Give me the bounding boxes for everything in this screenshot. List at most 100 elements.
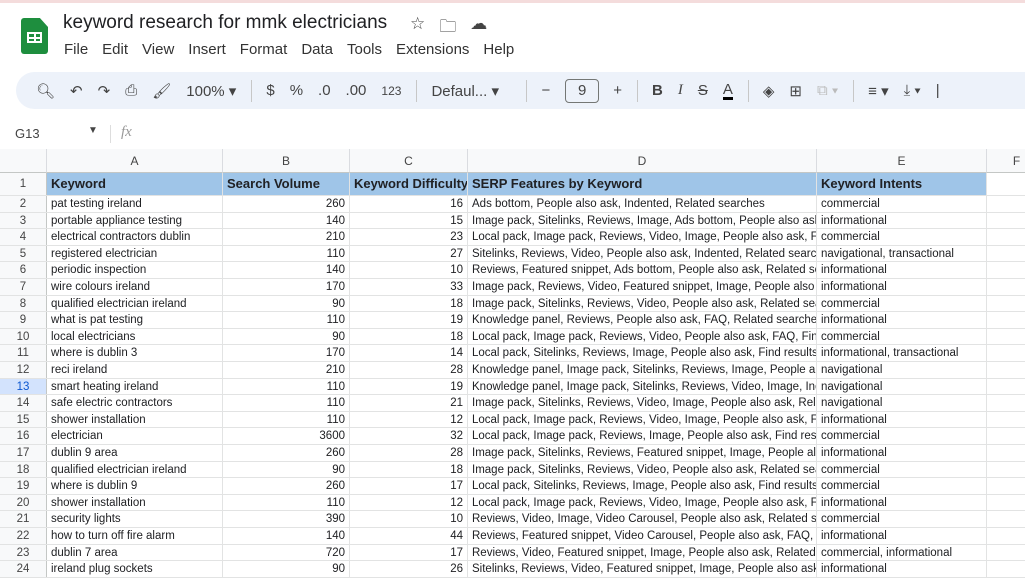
row-header[interactable]: 1 [0, 173, 47, 195]
cell[interactable]: navigational [817, 362, 987, 378]
header-cell[interactable]: Keyword [47, 173, 223, 195]
cell[interactable]: Local pack, Sitelinks, Reviews, Image, P… [468, 478, 817, 494]
cell[interactable]: 140 [223, 528, 350, 544]
column-header-f[interactable]: F [987, 149, 1025, 173]
borders-icon[interactable]: ⊞ [789, 82, 802, 100]
cell[interactable]: Ads bottom, People also ask, Indented, R… [468, 196, 817, 212]
cell[interactable]: 19 [350, 378, 468, 395]
row-header[interactable]: 24 [0, 561, 47, 577]
cell[interactable]: Local pack, Sitelinks, Reviews, Image, P… [468, 345, 817, 361]
header-cell[interactable]: SERP Features by Keyword [468, 173, 817, 195]
cell[interactable]: 390 [223, 511, 350, 527]
cell[interactable]: shower installation [47, 494, 223, 511]
cell[interactable]: Reviews, Video, Image, Video Carousel, P… [468, 511, 817, 527]
font-size-input[interactable]: 9 [565, 78, 600, 103]
cell[interactable] [987, 196, 1025, 212]
fill-color-icon[interactable]: ◈ [763, 82, 775, 100]
row-header[interactable]: 2 [0, 196, 47, 212]
cell[interactable]: commercial [817, 461, 987, 478]
cell[interactable]: electrical contractors dublin [47, 229, 223, 245]
cell[interactable]: informational, transactional [817, 345, 987, 361]
name-box[interactable]: G13 [15, 126, 40, 141]
row-header[interactable]: 22 [0, 528, 47, 544]
cell[interactable] [987, 379, 1025, 395]
cell[interactable] [987, 262, 1025, 278]
cell[interactable]: 720 [223, 544, 350, 561]
menu-format[interactable]: Format [240, 41, 288, 58]
cell[interactable]: periodic inspection [47, 262, 223, 278]
cell[interactable]: 110 [223, 312, 350, 328]
cell[interactable]: Local pack, Image pack, Reviews, Video, … [468, 229, 817, 245]
currency-button[interactable]: $ [266, 82, 274, 99]
cell[interactable]: 170 [223, 279, 350, 295]
row-header[interactable]: 9 [0, 312, 47, 328]
cell[interactable]: Image pack, Sitelinks, Reviews, Featured… [468, 445, 817, 461]
menu-file[interactable]: File [64, 41, 88, 58]
row-header[interactable]: 15 [0, 411, 47, 428]
text-wrap-icon[interactable]: | [936, 82, 940, 99]
cell[interactable]: 27 [350, 245, 468, 262]
cell[interactable]: 10 [350, 511, 468, 527]
cell[interactable] [987, 445, 1025, 461]
italic-button[interactable]: I [678, 82, 683, 99]
cell[interactable]: commercial [817, 229, 987, 245]
row-header[interactable]: 6 [0, 262, 47, 278]
undo-icon[interactable]: ↶ [70, 82, 83, 100]
cell[interactable]: 15 [350, 212, 468, 229]
row-header[interactable]: 11 [0, 345, 47, 361]
cell[interactable]: dublin 9 area [47, 445, 223, 461]
cell[interactable]: 260 [223, 478, 350, 494]
header-cell[interactable]: Keyword Intents [817, 173, 987, 195]
cell[interactable]: Knowledge panel, Reviews, People also as… [468, 312, 817, 328]
cell[interactable]: Local pack, Image pack, Reviews, Image, … [468, 428, 817, 444]
cell[interactable]: informational [817, 279, 987, 295]
cell[interactable]: navigational [817, 395, 987, 411]
cell[interactable]: shower installation [47, 411, 223, 428]
cell[interactable]: 90 [223, 328, 350, 345]
cell[interactable] [987, 412, 1025, 428]
increase-decimal-button[interactable]: .00 [346, 82, 367, 99]
cell[interactable]: 3600 [223, 428, 350, 444]
search-icon[interactable]: 🔍︎ [36, 82, 55, 100]
cell[interactable]: Image pack, Sitelinks, Reviews, Image, A… [468, 212, 817, 229]
cloud-status-icon[interactable]: ☁ [470, 14, 487, 43]
cell[interactable]: 260 [223, 445, 350, 461]
cell[interactable]: qualified electrician ireland [47, 295, 223, 312]
cell[interactable]: commercial [817, 328, 987, 345]
cell[interactable]: commercial, informational [817, 544, 987, 561]
cell[interactable] [987, 528, 1025, 544]
cell[interactable]: informational [817, 212, 987, 229]
text-color-button[interactable]: A [722, 82, 733, 100]
cell[interactable]: how to turn off fire alarm [47, 528, 223, 544]
cell[interactable]: 110 [223, 395, 350, 411]
column-header-a[interactable]: A [47, 149, 223, 173]
cell[interactable]: 90 [223, 561, 350, 577]
cell[interactable]: 18 [350, 461, 468, 478]
cell[interactable]: 18 [350, 328, 468, 345]
cell[interactable]: 16 [350, 196, 468, 212]
cell[interactable]: Image pack, Sitelinks, Reviews, Video, I… [468, 395, 817, 411]
cell[interactable]: 18 [350, 295, 468, 312]
cell[interactable] [987, 312, 1025, 328]
number-format-button[interactable]: 123 [381, 84, 401, 98]
header-cell[interactable] [987, 173, 1025, 195]
cell[interactable]: Sitelinks, Reviews, Video, Featured snip… [468, 561, 817, 577]
cell[interactable]: 17 [350, 544, 468, 561]
cell[interactable]: Local pack, Image pack, Reviews, Video, … [468, 328, 817, 345]
chevron-down-icon[interactable]: ▼ [88, 125, 98, 136]
cell[interactable]: safe electric contractors [47, 395, 223, 411]
cell[interactable]: Knowledge panel, Image pack, Sitelinks, … [468, 362, 817, 378]
cell[interactable]: 90 [223, 295, 350, 312]
horizontal-align-icon[interactable]: ≡ ▾ [868, 82, 888, 100]
menu-tools[interactable]: Tools [347, 41, 382, 58]
cell[interactable]: navigational [817, 378, 987, 395]
cell[interactable]: wire colours ireland [47, 279, 223, 295]
cell[interactable]: informational [817, 561, 987, 577]
cell[interactable]: Image pack, Sitelinks, Reviews, Video, P… [468, 295, 817, 312]
cell[interactable]: Local pack, Image pack, Reviews, Video, … [468, 411, 817, 428]
cell[interactable]: informational [817, 411, 987, 428]
column-header-e[interactable]: E [817, 149, 987, 173]
cell[interactable]: ireland plug sockets [47, 561, 223, 577]
cell[interactable] [987, 511, 1025, 527]
font-select[interactable]: Defaul... ▾ [431, 82, 511, 100]
